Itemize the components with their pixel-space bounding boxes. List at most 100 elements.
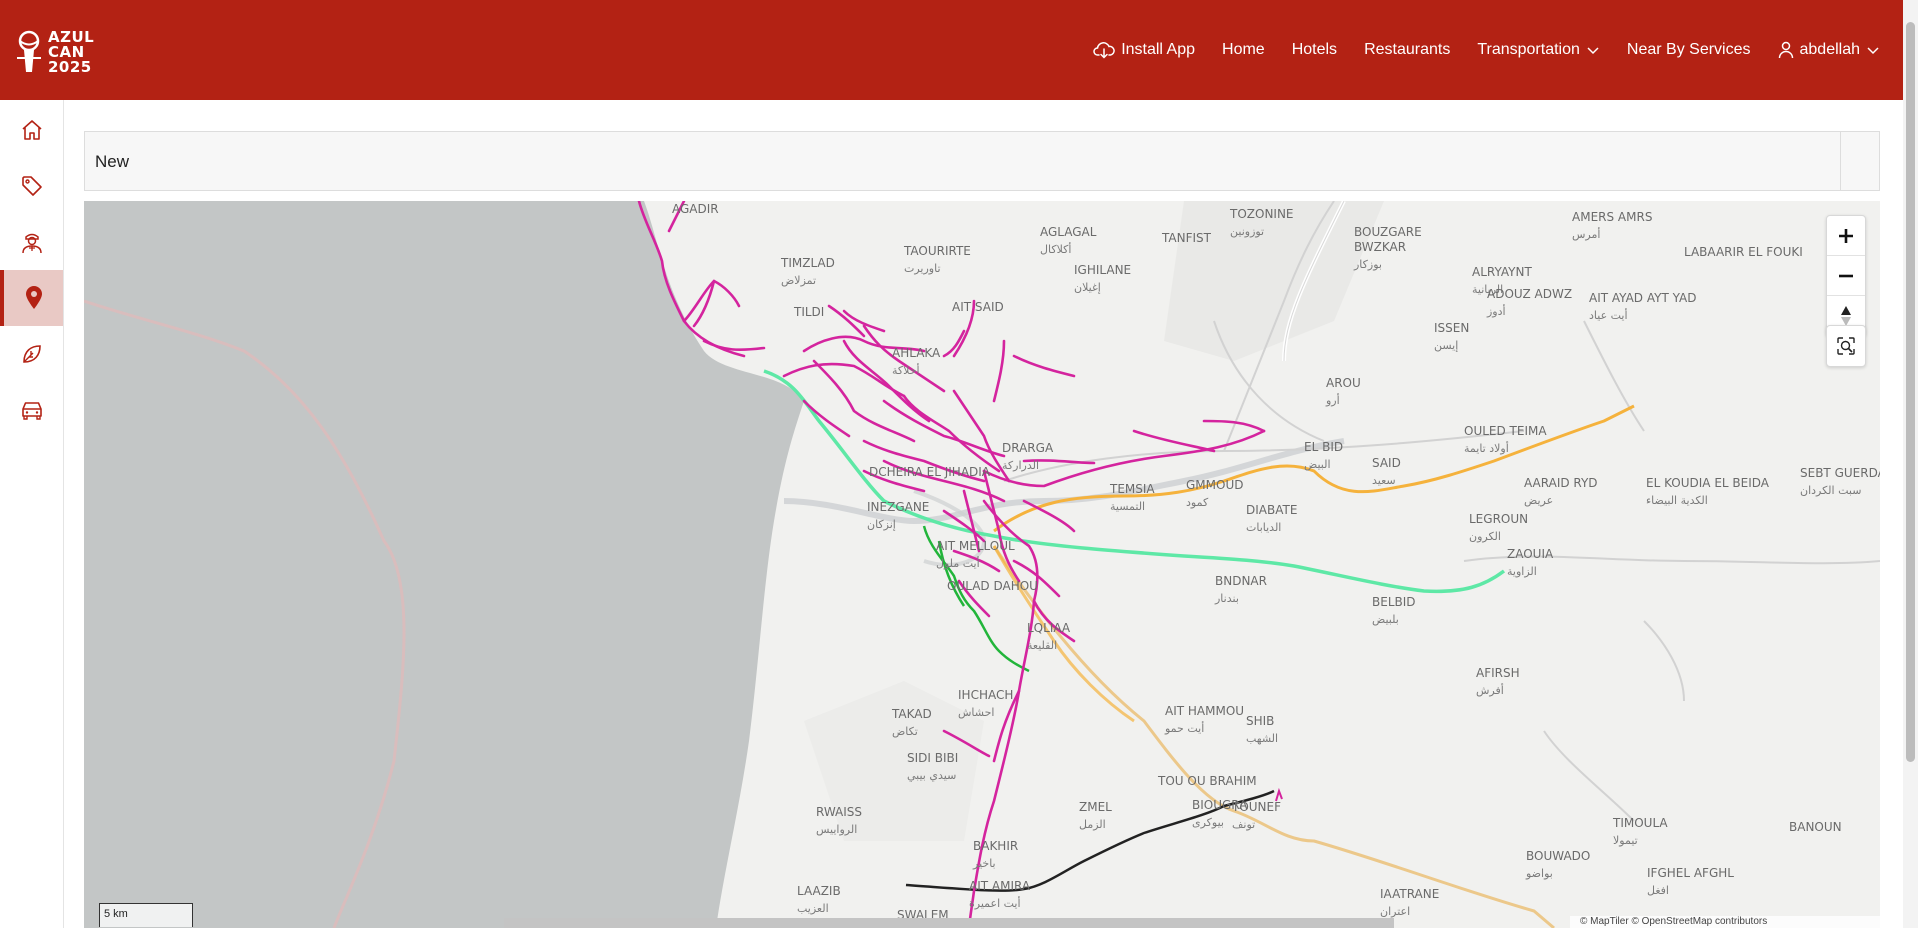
place-name-latin: TILDI: [793, 305, 824, 319]
place-name-latin: AIT AMIRA: [969, 879, 1031, 893]
panel-title: New: [95, 152, 130, 171]
logo-wordmark: AZUL CAN 2025: [48, 29, 94, 75]
place-label: LQLIAA القليعة: [1027, 621, 1071, 652]
compass-icon: [1841, 306, 1851, 326]
place-name-latin: ALRYAYNT: [1472, 265, 1532, 279]
place-name-arabic: الزمل: [1079, 818, 1106, 831]
sidebar-item-transport[interactable]: [0, 382, 63, 438]
place-name-arabic: إيسن: [1434, 339, 1458, 352]
place-name-latin: AHLAKA: [892, 346, 941, 360]
map-horizontal-scrollbar[interactable]: [504, 918, 1394, 928]
place-name-latin: TIMZLAD: [780, 256, 835, 270]
page-scrollbar-thumb[interactable]: [1906, 22, 1915, 762]
place-name-arabic: تونف: [1232, 818, 1255, 831]
map-canvas[interactable]: AGADIR TIMZLAD تمزلاض TAOURIRTE تاوريرت AGLAG…: [84, 201, 1880, 928]
place-name-arabic: أيت حمو: [1164, 721, 1204, 735]
map-attribution[interactable]: © MapTiler © OpenStreetMap contributors: [1570, 916, 1880, 928]
place-name-latin: AGLAGAL: [1040, 225, 1097, 239]
zoom-control-group: [1826, 215, 1866, 337]
sidebar-item-home[interactable]: [0, 102, 63, 158]
place-name-latin: EL BID: [1304, 440, 1343, 454]
place-label: ISSEN إيسن: [1434, 321, 1469, 352]
place-name-arabic: الكرون: [1469, 530, 1501, 543]
place-label: AFIRSH أفرش: [1476, 666, 1520, 697]
place-name-arabic: القليعة: [1027, 639, 1057, 652]
place-name-arabic: تمزلاض: [781, 274, 816, 287]
place-name-arabic: باخير: [972, 857, 996, 870]
user-name: abdellah: [1799, 41, 1861, 58]
place-name-latin: IAATRANE: [1380, 887, 1439, 901]
place-label: AIT MELLOUL أيت ملول: [936, 539, 1015, 570]
place-name-arabic: الرواييس: [816, 823, 857, 836]
chevron-down-icon: [1867, 47, 1879, 55]
user-menu[interactable]: abdellah: [1778, 41, 1881, 59]
place-name-latin: TAKAD: [891, 707, 932, 721]
sea-area: [84, 201, 804, 928]
place-name-arabic: كمود: [1186, 496, 1209, 509]
nav-transportation-label: Transportation: [1477, 41, 1580, 58]
place-name-arabic: أرو: [1325, 393, 1340, 407]
place-label: EL BID البيض: [1304, 440, 1343, 471]
place-label: AIT AMIRA أيت اعميرة: [969, 879, 1031, 910]
sidebar-item-guides[interactable]: [0, 214, 63, 270]
place-name-latin: IHCHACH: [958, 688, 1013, 702]
nav-home-link[interactable]: Home: [1222, 41, 1265, 59]
place-label: TOU OU BRAHIM: [1157, 774, 1257, 788]
place-name-latin: DRARGA: [1002, 441, 1054, 455]
section-header-panel: New: [84, 131, 1880, 191]
sidebar-item-map[interactable]: [0, 270, 63, 326]
zoom-in-button[interactable]: [1827, 216, 1865, 256]
place-label: AROU أرو: [1325, 376, 1361, 407]
place-name-latin: LEGROUN: [1469, 512, 1528, 526]
azul-can-logo[interactable]: AZUL CAN 2025: [14, 26, 106, 78]
place-name-latin: SAID: [1372, 456, 1401, 470]
place-label: IAATRANE اعتران: [1380, 887, 1439, 918]
map-view[interactable]: AGADIR TIMZLAD تمزلاض TAOURIRTE تاوريرت AGLAG…: [84, 201, 1880, 928]
place-name-arabic: الكدية البيضاء: [1646, 494, 1708, 507]
panel-divider: [1840, 132, 1841, 190]
place-label: BOUWADO بواضو: [1525, 849, 1590, 880]
place-name-latin: BWZKAR: [1354, 240, 1406, 254]
place-name-arabic: اعتران: [1380, 905, 1410, 918]
geolocate-button[interactable]: [1827, 326, 1865, 366]
sidebar-item-eco[interactable]: [0, 326, 63, 382]
place-name-latin: TEMSIA: [1109, 482, 1155, 496]
place-name-arabic: أولاد تايمة: [1464, 441, 1509, 455]
nav-restaurants-link[interactable]: Restaurants: [1364, 41, 1450, 59]
place-name-latin: BOUZGARE: [1354, 225, 1422, 239]
logo-emblem-icon: [17, 30, 41, 72]
place-name-latin: TOUNEF: [1231, 800, 1281, 814]
place-name-arabic: سبت الكردان: [1800, 484, 1861, 497]
cloud-download-icon: [1093, 42, 1115, 59]
nav-transportation-dropdown[interactable]: Transportation: [1477, 41, 1600, 59]
place-label: IHCHACH احشاش: [958, 688, 1013, 719]
user-icon: [1778, 41, 1793, 59]
nav-nearby-label: Near By Services: [1626, 41, 1751, 58]
place-label: LABAARIR EL FOUKI: [1684, 245, 1803, 259]
place-name-arabic: إنزكان: [867, 518, 896, 531]
place-name-latin: GMMOUD: [1186, 478, 1243, 492]
place-name-latin: BELBID: [1372, 595, 1416, 609]
install-app-button[interactable]: Install App: [1093, 41, 1195, 59]
sidebar-item-offers[interactable]: [0, 158, 63, 214]
place-name-latin: AMERS AMRS: [1572, 210, 1652, 224]
zoom-out-button[interactable]: [1827, 256, 1865, 296]
nav-nearby-link[interactable]: Near By Services: [1627, 41, 1751, 59]
nav-hotels-link[interactable]: Hotels: [1292, 41, 1337, 59]
place-name-arabic: الزاوية: [1507, 565, 1537, 578]
place-name-arabic: أيت عياد: [1589, 308, 1628, 322]
place-name-arabic: أيت اعميرة: [969, 896, 1021, 910]
place-label: OULED TEIMA أولاد تايمة: [1464, 424, 1547, 455]
top-navbar: AZUL CAN 2025 Install App Home Hotels Re…: [0, 0, 1918, 100]
main-nav: Install App Home Hotels Restaurants Tran…: [1093, 0, 1880, 100]
place-name-latin: IFGHEL AFGHL: [1647, 866, 1734, 880]
place-name-latin: ZMEL: [1079, 800, 1112, 814]
place-label: BNDNAR بندنار: [1214, 574, 1267, 605]
place-label: AIT HAMMOU أيت حمو: [1164, 704, 1244, 735]
place-label: TANFIST: [1161, 231, 1212, 245]
map-pin-icon: [25, 286, 42, 309]
place-name-arabic: التمسية: [1110, 500, 1145, 513]
place-label: AGLAGAL أكلاكال: [1040, 225, 1097, 256]
place-name-latin: TIMOULA: [1612, 816, 1668, 830]
relief-shading: [1164, 201, 1384, 361]
